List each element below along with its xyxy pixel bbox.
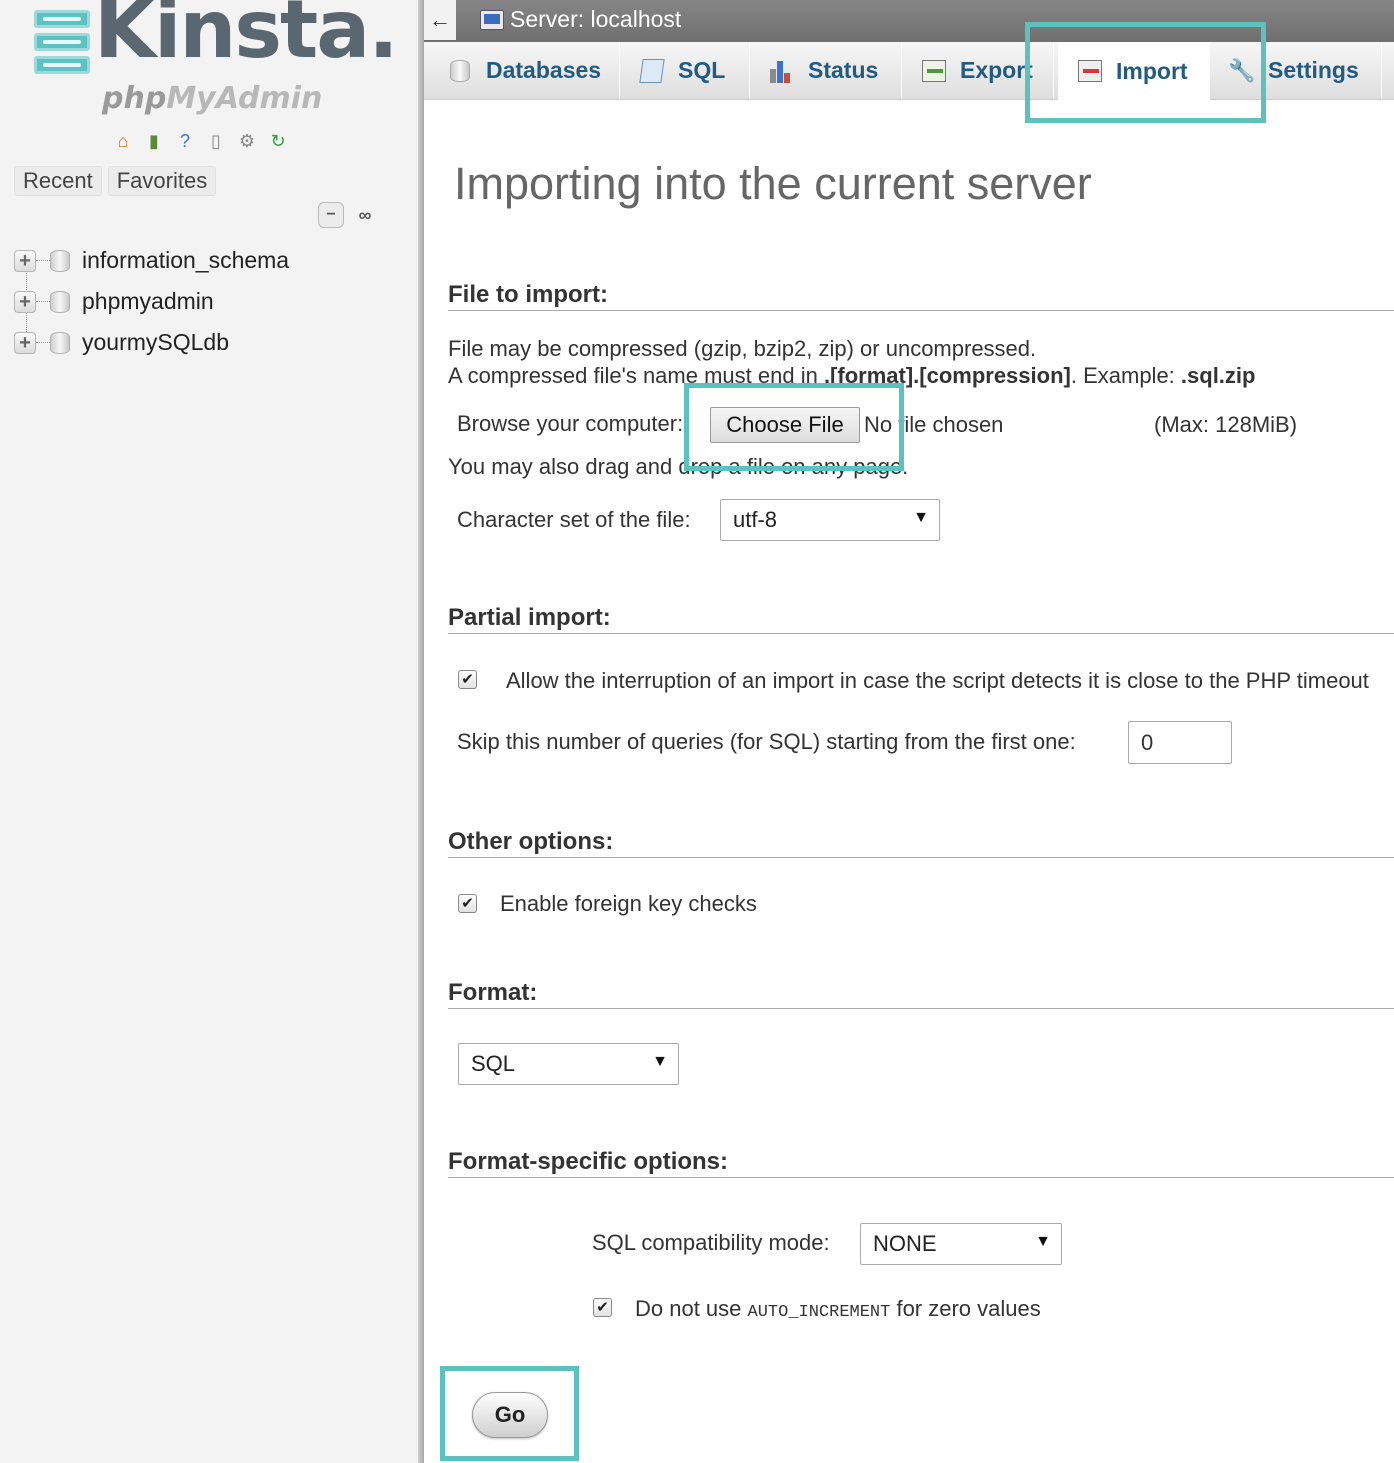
tab-recent[interactable]: Recent bbox=[14, 166, 102, 196]
main-tabs: Databases SQL Status Export Import 🔧 Set… bbox=[424, 42, 1394, 100]
kinsta-phpmyadmin-logo[interactable]: Kinsta. phpMyAdmin bbox=[32, 0, 399, 124]
server-breadcrumb[interactable]: Server: localhost bbox=[480, 6, 681, 33]
section-heading-partial-import: Partial import: bbox=[448, 604, 1394, 634]
database-item-yourmysqldb[interactable]: + yourmySQLdb bbox=[14, 322, 289, 363]
database-icon bbox=[50, 331, 70, 354]
go-button[interactable]: Go bbox=[472, 1392, 548, 1438]
home-icon[interactable]: ⌂ bbox=[110, 128, 136, 154]
no-auto-increment-checkbox[interactable]: ✔ bbox=[593, 1298, 612, 1317]
compression-note: File may be compressed (gzip, bzip2, zip… bbox=[448, 336, 1037, 361]
server-icon bbox=[480, 9, 504, 30]
tab-databases[interactable]: Databases bbox=[424, 42, 620, 99]
logo-brand-text: Kinsta. bbox=[94, 0, 399, 76]
format-select[interactable]: SQL ▼ bbox=[458, 1043, 679, 1085]
sidebar-toolbar: ⌂ ▮ ? ▯ ⚙ ↻ bbox=[110, 128, 291, 156]
help-icon[interactable]: ? bbox=[172, 128, 198, 154]
foreign-key-checks-checkbox[interactable]: ✔ bbox=[458, 894, 477, 913]
back-arrow-icon[interactable]: ← bbox=[424, 0, 456, 40]
dropdown-arrow-icon: ▼ bbox=[913, 509, 929, 526]
tab-import[interactable]: Import bbox=[1058, 42, 1210, 100]
database-name[interactable]: yourmySQLdb bbox=[82, 329, 229, 356]
no-auto-increment-label: Do not use AUTO_INCREMENT for zero value… bbox=[635, 1296, 1041, 1322]
tab-sql[interactable]: SQL bbox=[620, 42, 750, 99]
foreign-key-checks-label: Enable foreign key checks bbox=[500, 891, 757, 916]
section-heading-format-specific: Format-specific options: bbox=[448, 1148, 1394, 1178]
database-icon bbox=[448, 59, 472, 83]
allow-interrupt-checkbox[interactable]: ✔ bbox=[458, 670, 477, 689]
section-heading-format: Format: bbox=[448, 979, 1394, 1009]
sidebar-resize-handle[interactable] bbox=[418, 0, 424, 1463]
database-name[interactable]: information_schema bbox=[82, 247, 289, 274]
expand-icon[interactable]: + bbox=[14, 249, 36, 272]
collapse-all-icon[interactable]: − bbox=[318, 202, 344, 228]
tab-status[interactable]: Status bbox=[750, 42, 902, 99]
tab-export[interactable]: Export bbox=[902, 42, 1054, 99]
choose-file-button[interactable]: Choose File bbox=[710, 407, 860, 443]
reload-icon[interactable]: ↻ bbox=[265, 128, 291, 154]
import-icon bbox=[1078, 59, 1102, 83]
no-file-chosen-text: No file chosen bbox=[864, 412, 1004, 437]
section-heading-file-to-import: File to import: bbox=[448, 281, 1394, 311]
database-name[interactable]: phpmyadmin bbox=[82, 288, 214, 315]
sidebar-tabs: Recent Favorites bbox=[14, 166, 217, 196]
dropdown-arrow-icon: ▼ bbox=[652, 1053, 668, 1070]
charset-label: Character set of the file: bbox=[457, 507, 691, 532]
drag-drop-hint: You may also drag and drop a file on any… bbox=[448, 454, 909, 479]
navigation-sidebar: Kinsta. phpMyAdmin ⌂ ▮ ? ▯ ⚙ ↻ Recent Fa… bbox=[0, 0, 420, 1463]
sql-compat-label: SQL compatibility mode: bbox=[592, 1230, 830, 1255]
tab-settings[interactable]: 🔧 Settings bbox=[1212, 42, 1382, 99]
link-with-main-icon[interactable]: ∞ bbox=[350, 202, 380, 228]
skip-queries-label: Skip this number of queries (for SQL) st… bbox=[457, 729, 1076, 754]
expand-icon[interactable]: + bbox=[14, 331, 36, 354]
compression-example: A compressed file's name must end in .[f… bbox=[448, 363, 1256, 388]
charset-select[interactable]: utf-8 ▼ bbox=[720, 499, 940, 541]
database-tree: + information_schema + phpmyadmin + your… bbox=[14, 240, 289, 363]
page-title: Importing into the current server bbox=[454, 158, 1092, 209]
allow-interrupt-label: Allow the interruption of an import in c… bbox=[506, 668, 1369, 693]
server-stack-logo-icon bbox=[34, 10, 90, 76]
tree-controls: − ∞ bbox=[318, 202, 380, 228]
wrench-icon: 🔧 bbox=[1228, 57, 1256, 83]
skip-queries-input[interactable]: 0 bbox=[1128, 721, 1232, 764]
sql-compat-select[interactable]: NONE ▼ bbox=[860, 1223, 1062, 1265]
export-icon bbox=[922, 59, 946, 83]
logout-icon[interactable]: ▮ bbox=[141, 128, 167, 154]
logo-subtitle: phpMyAdmin bbox=[102, 81, 323, 116]
database-icon bbox=[50, 249, 70, 272]
max-upload-size: (Max: 128MiB) bbox=[1154, 412, 1298, 437]
sql-icon bbox=[639, 58, 665, 83]
server-breadcrumb-bar: ← Server: localhost bbox=[424, 0, 1394, 42]
status-icon bbox=[770, 59, 794, 83]
dropdown-arrow-icon: ▼ bbox=[1035, 1233, 1051, 1250]
database-item-phpmyadmin[interactable]: + phpmyadmin bbox=[14, 281, 289, 322]
docs-icon[interactable]: ▯ bbox=[203, 128, 229, 154]
settings-icon[interactable]: ⚙ bbox=[234, 128, 260, 154]
database-item-information-schema[interactable]: + information_schema bbox=[14, 240, 289, 281]
browse-label: Browse your computer: bbox=[457, 411, 684, 436]
server-label: Server: localhost bbox=[510, 6, 682, 32]
expand-icon[interactable]: + bbox=[14, 290, 36, 313]
section-heading-other-options: Other options: bbox=[448, 828, 1394, 858]
database-icon bbox=[50, 290, 70, 313]
tab-favorites[interactable]: Favorites bbox=[107, 166, 217, 196]
